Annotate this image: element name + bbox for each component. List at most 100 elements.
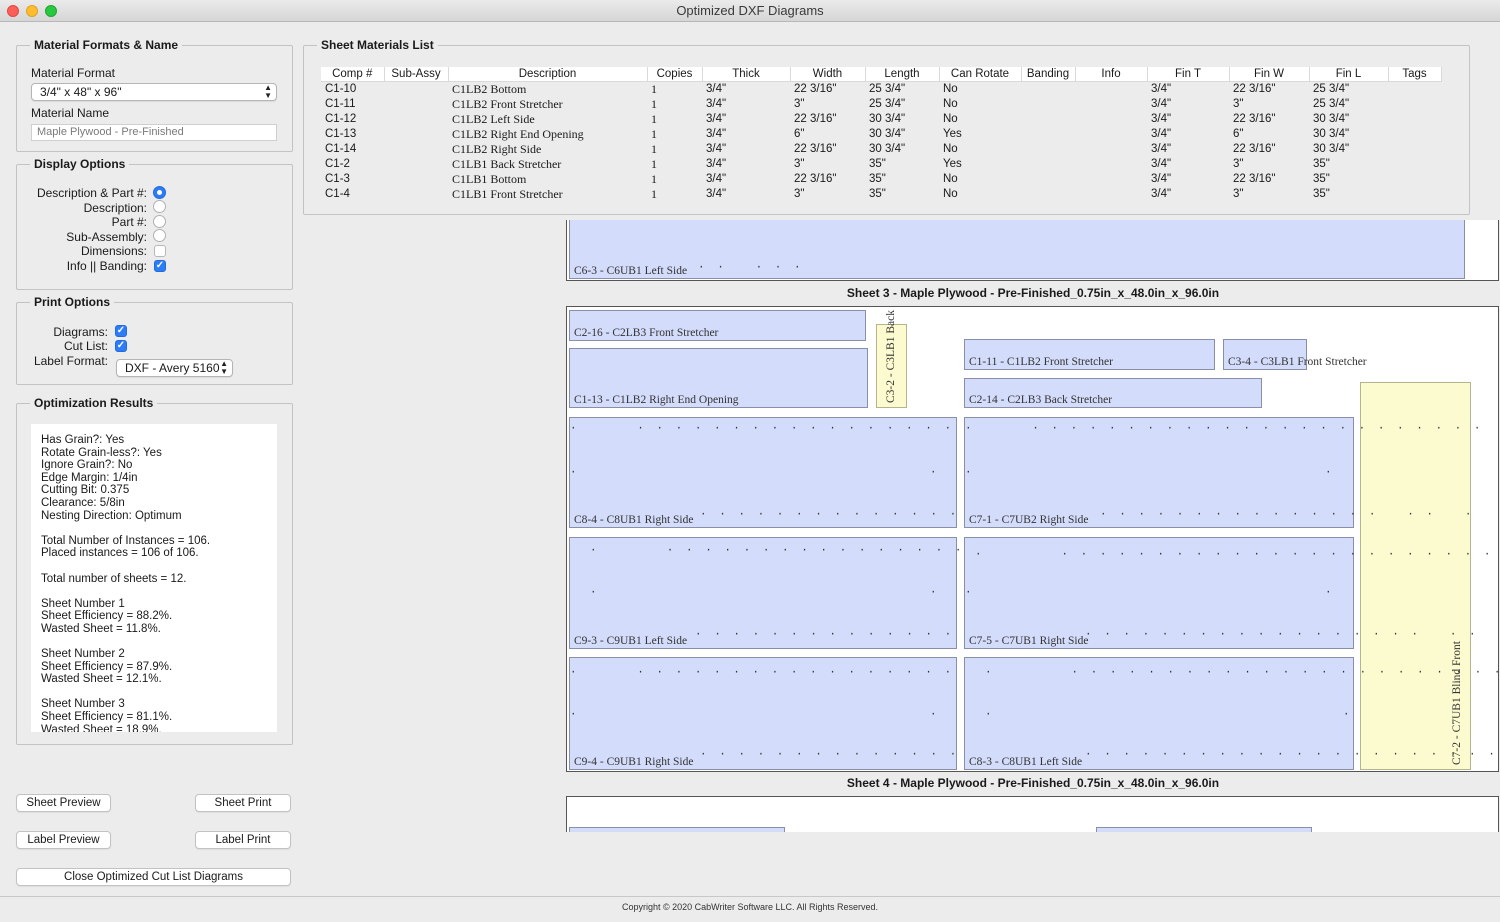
zoom-window-button[interactable] — [45, 5, 57, 17]
table-row[interactable]: C1-11 C1LB2 Front Stretcher 1 3/4" 3" 25 3/4"… — [321, 97, 1441, 112]
hole-markers: · — [985, 709, 995, 721]
part-c7-2[interactable]: C7-2 - C7UB1 Blind Front — [1360, 382, 1471, 770]
table-cell: 30 3/4" — [1313, 113, 1350, 125]
column-header[interactable]: Description — [448, 67, 648, 82]
print-diagrams-checkbox[interactable]: ✓ — [115, 325, 127, 337]
table-cell: C1LB2 Left Side — [452, 111, 535, 126]
column-header[interactable]: Thick — [702, 67, 791, 82]
sheet-materials-table[interactable]: Comp # Sub-Assy Description Copies Thick Widt… — [321, 67, 1442, 202]
part-c1-11[interactable]: C1-11 - C1LB2 Front Stretcher — [964, 339, 1215, 370]
table-cell: 1 — [651, 186, 657, 201]
part-c8-4[interactable]: · · · · · · · · · · · · · · · · · · · · … — [569, 417, 1172, 528]
print-cutlist-checkbox[interactable]: ✓ — [115, 340, 127, 352]
part-c1-13[interactable]: C1-13 - C1LB2 Right End Opening — [569, 348, 868, 408]
label-format-label: Label Format: — [33, 354, 108, 368]
table-row[interactable]: C1-4 C1LB1 Front Stretcher 1 3/4" 3" 35" No 3/4… — [321, 187, 1441, 202]
part-label: C1-13 - C1LB2 Right End Opening — [574, 394, 739, 406]
table-row[interactable]: C1-14 C1LB2 Right Side 1 3/4" 22 3/16" 30 3/4… — [321, 142, 1441, 157]
table-cell: 35" — [1313, 188, 1330, 200]
material-name-field[interactable]: Maple Plywood - Pre-Finished — [31, 124, 277, 141]
part-c9-3[interactable]: · · · · · · · · · · · · · · · · · · · · … — [569, 537, 1182, 649]
part-c9-4[interactable]: · · · · · · · · · · · · · · · · · · · · … — [569, 657, 1148, 770]
part-sheet4-b[interactable] — [1096, 827, 1312, 832]
table-cell — [1388, 127, 1441, 142]
close-window-button[interactable] — [7, 5, 19, 17]
display-description-radio[interactable] — [153, 200, 166, 213]
table-cell: C1LB1 Front Stretcher — [452, 186, 563, 201]
display-dimensions-checkbox[interactable] — [154, 245, 166, 257]
column-header[interactable]: Fin L — [1309, 67, 1389, 82]
part-label: C6-3 - C6UB1 Left Side — [574, 265, 688, 277]
sheet-preview-button[interactable]: Sheet Preview — [16, 794, 111, 812]
optimization-results-text[interactable]: Has Grain?: Yes Rotate Grain-less?: Yes Ig… — [31, 424, 277, 732]
column-header[interactable]: Can Rotate — [939, 67, 1022, 82]
minimize-window-button[interactable] — [26, 5, 38, 17]
column-header[interactable]: Length — [865, 67, 940, 82]
column-header[interactable]: Banding — [1021, 67, 1076, 82]
result-line: Wasted Sheet = 18.9%. — [41, 723, 162, 732]
label-print-button[interactable]: Label Print — [195, 831, 291, 849]
material-format-value: 3/4" x 48" x 96" — [40, 85, 122, 99]
column-header[interactable]: Copies — [647, 67, 703, 82]
table-cell: No — [943, 188, 958, 200]
copyright-text: Copyright © 2020 CabWriter Software LLC.… — [621, 902, 879, 912]
label-preview-button[interactable]: Label Preview — [16, 831, 111, 849]
result-line: Placed instances = 106 of 106. — [41, 547, 199, 560]
result-line: Rotate Grain-less?: Yes — [41, 446, 162, 459]
part-sheet4-a[interactable] — [569, 827, 785, 832]
part-c7-1[interactable]: · · · · · · · · · · · · · · · · · · · · … — [964, 417, 1480, 528]
table-row[interactable]: C1-12 C1LB2 Left Side 1 3/4" 22 3/16" 30 3/4"… — [321, 112, 1441, 127]
table-cell: 3/4" — [706, 83, 727, 95]
table-cell: 25 3/4" — [869, 83, 906, 95]
table-cell — [384, 81, 448, 97]
table-row[interactable]: C1-13 C1LB2 Right End Opening 1 3/4" 6" 30 3/… — [321, 127, 1441, 142]
table-cell: No — [943, 98, 958, 110]
close-diagrams-button[interactable]: Close Optimized Cut List Diagrams — [16, 868, 291, 886]
table-cell: 35" — [869, 158, 886, 170]
display-info-banding-checkbox[interactable]: ✓ — [154, 260, 166, 272]
sheet-diagrams-viewport[interactable]: C6-3 - C6UB1 Left Side · · · · · Sheet 3… — [303, 220, 1500, 832]
display-part-radio[interactable] — [153, 215, 166, 228]
result-line: Sheet Efficiency = 81.1%. — [41, 711, 173, 724]
column-header[interactable]: Comp # — [321, 67, 385, 82]
table-cell — [1021, 172, 1075, 187]
column-header[interactable]: Sub-Assy — [384, 67, 449, 82]
material-name-label: Material Name — [31, 106, 110, 120]
table-row[interactable]: C1-3 C1LB1 Bottom 1 3/4" 22 3/16" 35" No 3/4" 22… — [321, 172, 1441, 187]
column-header[interactable]: Fin W — [1229, 67, 1310, 82]
window-title: Optimized DXF Diagrams — [676, 3, 824, 18]
part-label: C9-3 - C9UB1 Left Side — [574, 635, 688, 647]
part-c2-14[interactable]: C2-14 - C2LB3 Back Stretcher — [964, 378, 1262, 408]
table-cell: 35" — [1313, 173, 1330, 185]
part-c7-5[interactable]: · · · · · · · · · · · · · · · · · · · · … — [964, 537, 1500, 649]
table-row[interactable]: C1-2 C1LB1 Back Stretcher 1 3/4" 3" 35" Yes 3/4… — [321, 157, 1441, 172]
part-c3-4[interactable]: C3-4 - C3LB1 Front Stretcher — [1223, 339, 1367, 370]
part-c3-2[interactable]: C3-2 - C3LB1 Back — [876, 310, 907, 408]
part-label: C7-5 - C7UB1 Right Side — [969, 635, 1089, 647]
label-format-select[interactable]: DXF - Avery 5160 ▲ ▼ — [116, 359, 233, 377]
column-header[interactable]: Info — [1075, 67, 1148, 82]
sheet-print-button[interactable]: Sheet Print — [195, 794, 291, 812]
material-format-select[interactable]: 3/4" x 48" x 96" ▲ ▼ — [31, 83, 277, 101]
column-header[interactable]: Tags — [1388, 67, 1442, 82]
result-line: Has Grain?: Yes — [41, 434, 125, 446]
part-c6-3[interactable]: C6-3 - C6UB1 Left Side · · · · · — [569, 220, 1465, 279]
table-cell — [1388, 142, 1441, 157]
table-cell — [1388, 81, 1441, 97]
table-cell: 22 3/16" — [794, 143, 837, 155]
display-desc-part-radio[interactable] — [153, 186, 166, 199]
column-header[interactable]: Fin T — [1147, 67, 1230, 82]
table-cell: No — [943, 143, 958, 155]
table-cell: C1-12 — [325, 113, 357, 125]
part-c8-3[interactable]: · · · · · · · · · · · · · · · · · · · · … — [964, 657, 1500, 770]
table-cell: C1LB1 Bottom — [452, 171, 527, 186]
table-cell: 25 3/4" — [869, 98, 906, 110]
result-line: Sheet Number 1 — [41, 597, 125, 610]
column-header[interactable]: Width — [790, 67, 866, 82]
display-subassembly-radio[interactable] — [153, 229, 166, 242]
part-c2-16[interactable]: C2-16 - C2LB3 Front Stretcher — [569, 310, 866, 341]
hole-markers: · — [1325, 587, 1335, 599]
table-cell — [1075, 97, 1147, 112]
table-cell: C1-2 — [325, 158, 350, 170]
table-row[interactable]: C1-10 C1LB2 Bottom 1 3/4" 22 3/16" 25 3/4" No 3… — [321, 81, 1441, 97]
